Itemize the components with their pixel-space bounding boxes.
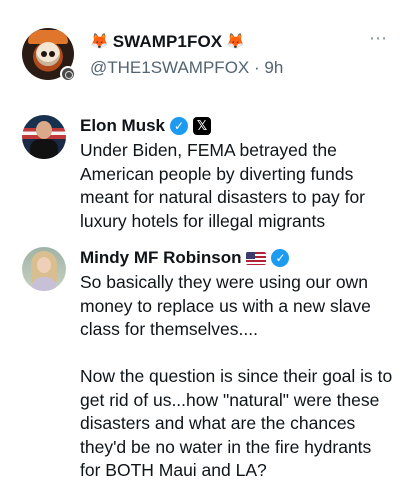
- x-affiliate-icon: 𝕏: [193, 117, 212, 135]
- more-options-icon[interactable]: ⋯: [369, 28, 388, 49]
- quote-author-name[interactable]: Elon Musk: [80, 116, 165, 136]
- quote-author-avatar[interactable]: [22, 115, 66, 159]
- quote-text: So basically they were using our own mon…: [80, 272, 393, 480]
- verified-badge-icon: ✓: [271, 249, 290, 267]
- quote-author-avatar[interactable]: [22, 247, 66, 291]
- fox-emoji-icon: 🦊: [226, 33, 245, 50]
- quote-name-row: Mindy MF Robinson ✓: [80, 247, 290, 269]
- us-flag-icon: [246, 251, 267, 265]
- post-header: 🦊 SWAMP1FOX 🦊 @THE1SWAMPFOX · 9h ⋯: [22, 28, 414, 88]
- fox-emoji-icon: 🦊: [90, 33, 109, 50]
- avatar-badge-icon: [60, 66, 76, 82]
- author-display-name[interactable]: SWAMP1FOX: [113, 32, 223, 52]
- quote-text: Under Biden, FEMA betrayed the American …: [80, 140, 365, 231]
- quote-name-row: Elon Musk ✓ 𝕏: [80, 115, 212, 137]
- author-handle-time[interactable]: @THE1SWAMPFOX · 9h: [90, 58, 283, 78]
- verified-badge-icon: ✓: [170, 117, 189, 135]
- quote-author-name[interactable]: Mindy MF Robinson: [80, 248, 241, 268]
- author-name-row[interactable]: 🦊 SWAMP1FOX 🦊: [90, 32, 245, 52]
